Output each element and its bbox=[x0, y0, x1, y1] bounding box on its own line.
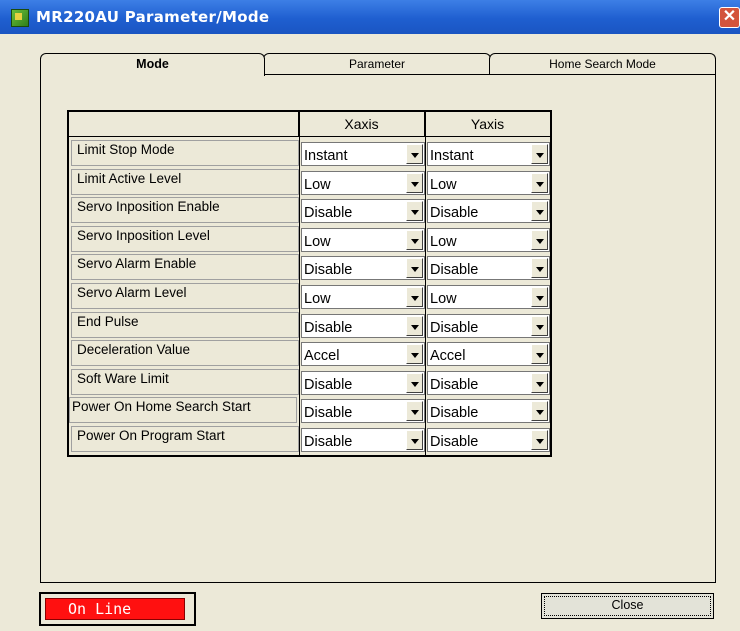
select-value: Disable bbox=[430, 262, 479, 278]
close-button[interactable]: Close bbox=[541, 593, 714, 619]
select-value: Disable bbox=[304, 434, 353, 450]
chevron-down-icon[interactable] bbox=[531, 430, 548, 450]
row-label: End Pulse bbox=[71, 312, 299, 338]
chevron-down-icon[interactable] bbox=[406, 344, 423, 364]
yaxis-select[interactable]: Low bbox=[427, 171, 550, 195]
tab-mode[interactable]: Mode bbox=[40, 53, 265, 76]
column-header-xaxis: Xaxis bbox=[299, 112, 425, 136]
row-label: Power On Program Start bbox=[71, 426, 299, 452]
row-label: Limit Stop Mode bbox=[71, 140, 299, 166]
chevron-down-icon[interactable] bbox=[531, 344, 548, 364]
yaxis-select[interactable]: Disable bbox=[427, 314, 550, 338]
select-value: Disable bbox=[430, 405, 479, 421]
select-value: Disable bbox=[304, 405, 353, 421]
select-value: Low bbox=[304, 234, 331, 250]
yaxis-select[interactable]: Instant bbox=[427, 142, 550, 166]
yaxis-select[interactable]: Accel bbox=[427, 342, 550, 366]
app-icon bbox=[11, 9, 29, 27]
chevron-down-icon[interactable] bbox=[406, 287, 423, 307]
xaxis-select[interactable]: Disable bbox=[301, 399, 425, 423]
select-value: Low bbox=[430, 291, 457, 307]
select-value: Disable bbox=[430, 205, 479, 221]
select-value: Disable bbox=[304, 262, 353, 278]
select-value: Low bbox=[430, 177, 457, 193]
select-value: Low bbox=[430, 234, 457, 250]
select-value: Instant bbox=[304, 148, 348, 164]
xaxis-select[interactable]: Instant bbox=[301, 142, 425, 166]
row-label: Soft Ware Limit bbox=[71, 369, 299, 395]
row-label: Deceleration Value bbox=[71, 340, 299, 366]
row-label: Power On Home Search Start bbox=[69, 397, 297, 423]
select-value: Disable bbox=[304, 320, 353, 336]
xaxis-select[interactable]: Disable bbox=[301, 314, 425, 338]
xaxis-select[interactable]: Disable bbox=[301, 371, 425, 395]
header-divider bbox=[69, 136, 550, 137]
row-label: Limit Active Level bbox=[71, 169, 299, 195]
select-value: Disable bbox=[430, 320, 479, 336]
row-label: Servo Alarm Level bbox=[71, 283, 299, 309]
select-value: Disable bbox=[430, 377, 479, 393]
chevron-down-icon[interactable] bbox=[406, 401, 423, 421]
yaxis-select[interactable]: Disable bbox=[427, 199, 550, 223]
select-value: Low bbox=[304, 177, 331, 193]
window-close-icon[interactable]: ✕ bbox=[719, 7, 740, 28]
chevron-down-icon[interactable] bbox=[531, 201, 548, 221]
xaxis-select[interactable]: Low bbox=[301, 228, 425, 252]
chevron-down-icon[interactable] bbox=[406, 258, 423, 278]
select-value: Accel bbox=[304, 348, 340, 364]
online-status-badge: On Line bbox=[45, 598, 185, 620]
chevron-down-icon[interactable] bbox=[531, 173, 548, 193]
title-bar: MR220AU Parameter/Mode ✕ bbox=[0, 0, 740, 34]
select-value: Low bbox=[304, 291, 331, 307]
xaxis-select[interactable]: Accel bbox=[301, 342, 425, 366]
chevron-down-icon[interactable] bbox=[406, 173, 423, 193]
header-blank bbox=[69, 112, 299, 136]
yaxis-select[interactable]: Low bbox=[427, 285, 550, 309]
yaxis-select[interactable]: Low bbox=[427, 228, 550, 252]
tab-parameter[interactable]: Parameter bbox=[263, 53, 491, 75]
column-header-yaxis: Yaxis bbox=[470, 116, 505, 132]
chevron-down-icon[interactable] bbox=[406, 430, 423, 450]
chevron-down-icon[interactable] bbox=[531, 287, 548, 307]
column-divider bbox=[425, 112, 426, 455]
xaxis-select[interactable]: Disable bbox=[301, 428, 425, 452]
yaxis-select[interactable]: Disable bbox=[427, 428, 550, 452]
select-value: Disable bbox=[304, 377, 353, 393]
chevron-down-icon[interactable] bbox=[406, 230, 423, 250]
chevron-down-icon[interactable] bbox=[531, 373, 548, 393]
tab-strip: Mode Parameter Home Search Mode bbox=[40, 53, 716, 76]
yaxis-select[interactable]: Disable bbox=[427, 399, 550, 423]
window-title: MR220AU Parameter/Mode bbox=[36, 8, 270, 26]
chevron-down-icon[interactable] bbox=[531, 230, 548, 250]
chevron-down-icon[interactable] bbox=[531, 316, 548, 336]
tab-home-search-mode[interactable]: Home Search Mode bbox=[489, 53, 716, 75]
row-label: Servo Inposition Enable bbox=[71, 197, 299, 223]
chevron-down-icon[interactable] bbox=[406, 201, 423, 221]
chevron-down-icon[interactable] bbox=[406, 316, 423, 336]
xaxis-select[interactable]: Disable bbox=[301, 256, 425, 280]
yaxis-select[interactable]: Disable bbox=[427, 371, 550, 395]
row-label: Servo Alarm Enable bbox=[71, 254, 299, 280]
yaxis-select[interactable]: Disable bbox=[427, 256, 550, 280]
row-label: Servo Inposition Level bbox=[71, 226, 299, 252]
chevron-down-icon[interactable] bbox=[531, 144, 548, 164]
select-value: Accel bbox=[430, 348, 466, 364]
chevron-down-icon[interactable] bbox=[406, 373, 423, 393]
select-value: Disable bbox=[304, 205, 353, 221]
select-value: Disable bbox=[430, 434, 479, 450]
xaxis-select[interactable]: Low bbox=[301, 171, 425, 195]
chevron-down-icon[interactable] bbox=[531, 258, 548, 278]
chevron-down-icon[interactable] bbox=[531, 401, 548, 421]
select-value: Instant bbox=[430, 148, 474, 164]
column-divider bbox=[299, 112, 300, 455]
xaxis-select[interactable]: Low bbox=[301, 285, 425, 309]
xaxis-select[interactable]: Disable bbox=[301, 199, 425, 223]
chevron-down-icon[interactable] bbox=[406, 144, 423, 164]
